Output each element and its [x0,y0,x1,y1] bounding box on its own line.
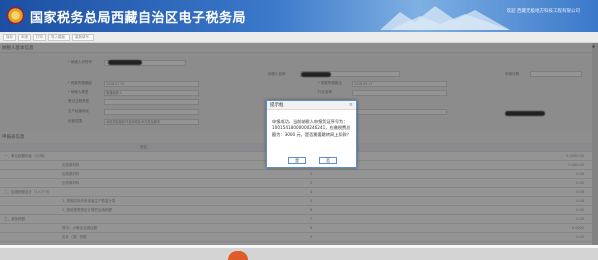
print-button[interactable]: 打印 [33,34,46,41]
bottom-area [0,245,598,260]
declare-button[interactable]: 申报 [18,34,31,41]
close-icon[interactable]: × [349,102,353,108]
tax-bureau-emblem-icon [7,7,24,24]
toolbar: 保存 申报 打印 导入模板 重新填写 [0,32,598,43]
service-float-icon[interactable] [228,251,248,260]
confirm-dialog: 提示框 × 申报成功，当前纳税人申报凭证序号为：1001541800000024… [266,100,357,168]
mountains-decoration-icon [380,6,510,30]
user-welcome-text: 欢迎 西藏无极地方科技工程有限公司 [506,9,580,14]
reset-button[interactable]: 重新填写 [72,34,94,41]
dialog-title: 提示框 [267,101,356,110]
save-button[interactable]: 保存 [3,34,16,41]
confirm-no-button[interactable]: 否 [319,157,337,164]
dialog-message: 申报成功，当前纳税人申报凭证序号为：10015418000000246241，应… [272,119,351,137]
site-title: 国家税务总局西藏自治区电子税务局 [30,11,247,26]
import-template-button[interactable]: 导入模板 [48,34,70,41]
confirm-yes-button[interactable]: 是 [288,157,306,164]
bottom-strip [0,245,598,248]
site-header: 国家税务总局西藏自治区电子税务局 欢迎 西藏无极地方科技工程有限公司 [0,0,598,32]
